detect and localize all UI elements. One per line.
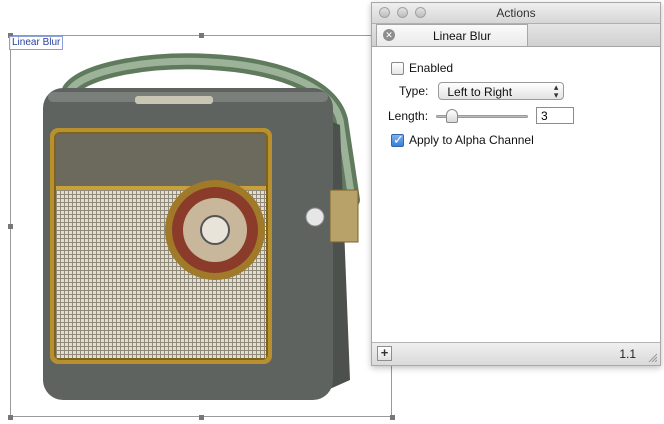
close-icon[interactable]: ✕ — [383, 29, 395, 41]
type-select[interactable]: Left to Right ▴ ▾ — [438, 82, 565, 100]
enabled-label: Enabled — [409, 61, 454, 75]
enabled-checkbox[interactable] — [391, 61, 404, 75]
alpha-checkbox[interactable] — [391, 132, 404, 148]
resize-grip-icon[interactable] — [647, 352, 657, 362]
panel-footer: + 1.1 — [372, 342, 660, 365]
alpha-label: Apply to Alpha Channel — [409, 133, 534, 147]
window-title: Actions — [496, 6, 536, 20]
layer-label: Linear Blur — [9, 36, 64, 50]
length-row: Length: — [388, 107, 575, 124]
length-slider[interactable] — [436, 108, 529, 123]
length-input[interactable] — [536, 107, 575, 124]
radio-image — [43, 53, 360, 400]
handle-top-middle[interactable] — [199, 33, 204, 38]
tab-bar: ✕ Linear Blur — [372, 24, 660, 47]
enabled-row: Enabled — [391, 61, 453, 75]
length-label: Length: — [388, 108, 429, 123]
add-action-button[interactable]: + — [377, 346, 392, 361]
type-row: Type: Left to Right ▴ ▾ — [399, 82, 565, 100]
handle-bottom-middle[interactable] — [199, 415, 204, 420]
panel-titlebar[interactable]: Actions — [372, 3, 660, 24]
tab-label: Linear Blur — [432, 29, 492, 43]
type-label: Type: — [399, 84, 429, 98]
tab-linear-blur[interactable]: ✕ Linear Blur — [376, 24, 528, 46]
type-select-value: Left to Right — [447, 85, 513, 99]
up-down-arrows-icon: ▴ ▾ — [553, 82, 559, 100]
actions-panel: Actions ✕ Linear Blur Enabled Type: Left… — [371, 2, 661, 366]
alpha-row: Apply to Alpha Channel — [391, 132, 534, 148]
handle-left-middle[interactable] — [8, 224, 13, 229]
length-slider-thumb[interactable] — [446, 108, 459, 123]
plus-icon: + — [380, 345, 389, 360]
handle-bottom-left[interactable] — [8, 415, 13, 420]
handle-bottom-right[interactable] — [390, 415, 395, 420]
version-label: 1.1 — [619, 347, 636, 361]
